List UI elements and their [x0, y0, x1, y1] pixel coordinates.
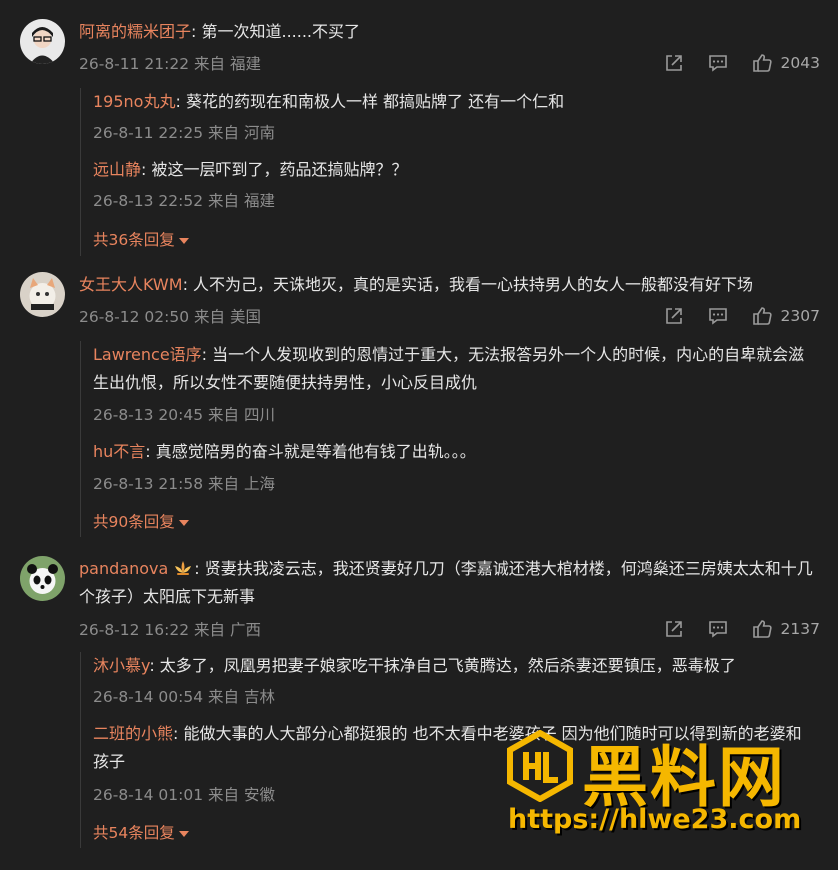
timestamp: 26-8-11 21:22 — [79, 55, 190, 73]
reply-text: : 能做大事的人大部分心都挺狠的 也不太看中老婆孩子 因为他们随时可以得到新的老… — [93, 724, 802, 771]
location: 来自 四川 — [208, 406, 275, 424]
username-link[interactable]: 沐小慕y — [93, 656, 149, 675]
comment-icon[interactable] — [707, 305, 729, 327]
more-replies-label: 共90条回复 — [93, 513, 175, 531]
more-replies-link[interactable]: 共54条回复 — [93, 821, 189, 843]
comment-actions: 2307 — [641, 305, 820, 327]
reply-meta: 26-8-14 01:01 来自 安徽 — [93, 783, 275, 805]
comment-actions: 2137 — [641, 618, 820, 640]
timestamp: 26-8-13 22:52 — [93, 192, 204, 210]
reply-list: 沐小慕y: 太多了，凤凰男把妻子娘家吃干抹净自己飞黄腾达，然后杀妻还要镇压，恶毒… — [80, 652, 819, 848]
username-link[interactable]: 二班的小熊 — [93, 724, 173, 743]
avatar[interactable] — [20, 556, 65, 601]
location: 来自 福建 — [208, 192, 275, 210]
username-link[interactable]: Lawrence语序 — [93, 345, 202, 364]
reply-text: : 太多了，凤凰男把妻子娘家吃干抹净自己飞黄腾达，然后杀妻还要镇压，恶毒极了 — [149, 656, 736, 675]
reply-text: : 真感觉陪男的奋斗就是等着他有钱了出轨。。。 — [145, 442, 476, 461]
share-icon[interactable] — [663, 305, 685, 327]
comment-icon[interactable] — [707, 52, 729, 74]
like-icon[interactable] — [751, 52, 773, 74]
timestamp: 26-8-14 00:54 — [93, 688, 204, 706]
avatar[interactable] — [20, 19, 65, 64]
reply-meta: 26-8-11 22:25 来自 河南 — [93, 121, 275, 143]
username-link[interactable]: 女王大人KWM — [79, 275, 183, 294]
location: 来自 河南 — [208, 124, 275, 142]
more-replies-link[interactable]: 共36条回复 — [93, 228, 189, 250]
like-icon[interactable] — [751, 618, 773, 640]
reply-meta: 26-8-13 20:45 来自 四川 — [93, 403, 275, 425]
comment-icon[interactable] — [707, 618, 729, 640]
timestamp: 26-8-13 21:58 — [93, 475, 204, 493]
location: 来自 广西 — [194, 621, 261, 639]
username-link[interactable]: pandanova — [79, 559, 168, 578]
like-icon[interactable] — [751, 305, 773, 327]
more-replies-link[interactable]: 共90条回复 — [93, 510, 189, 532]
location: 来自 安徽 — [208, 786, 275, 804]
comment-actions: 2043 — [641, 52, 820, 74]
comment-meta: 26-8-12 02:50 来自 美国 — [79, 305, 261, 327]
comment-meta: 26-8-12 16:22 来自 广西 — [79, 618, 261, 640]
reply-body: hu不言: 真感觉陪男的奋斗就是等着他有钱了出轨。。。 — [93, 438, 809, 466]
reply-meta: 26-8-13 21:58 来自 上海 — [93, 472, 275, 494]
timestamp: 26-8-13 20:45 — [93, 406, 204, 424]
reply-text: : 葵花的药现在和南极人一样 都搞贴牌了 还有一个仁和 — [175, 92, 565, 111]
location: 来自 上海 — [208, 475, 275, 493]
username-link[interactable]: 195no丸丸 — [93, 92, 175, 111]
comment-body: 阿离的糯米团子: 第一次知道......不买了 — [79, 18, 818, 46]
timestamp: 26-8-12 02:50 — [79, 308, 190, 326]
caret-down-icon — [178, 237, 189, 244]
like-count: 2307 — [780, 307, 820, 325]
reply-body: 远山静: 被这一层吓到了，药品还搞贴牌？？ — [93, 156, 809, 184]
reply-list: Lawrence语序: 当一个人发现收到的恩情过于重大，无法报答另外一个人的时候… — [80, 341, 819, 537]
comment-body: 女王大人KWM: 人不为己，天诛地灭，真的是实话，我看一心扶持男人的女人一般都没… — [79, 271, 818, 299]
reply-meta: 26-8-14 00:54 来自 吉林 — [93, 685, 275, 707]
share-icon[interactable] — [663, 618, 685, 640]
avatar[interactable] — [20, 272, 65, 317]
timestamp: 26-8-11 22:25 — [93, 124, 204, 142]
share-icon[interactable] — [663, 52, 685, 74]
reply-body: 沐小慕y: 太多了，凤凰男把妻子娘家吃干抹净自己飞黄腾达，然后杀妻还要镇压，恶毒… — [93, 652, 809, 680]
timestamp: 26-8-12 16:22 — [79, 621, 190, 639]
reply-body: 二班的小熊: 能做大事的人大部分心都挺狠的 也不太看中老婆孩子 因为他们随时可以… — [93, 720, 809, 776]
location: 来自 美国 — [194, 308, 261, 326]
comment-meta: 26-8-11 21:22 来自 福建 — [79, 52, 261, 74]
reply-text: : 被这一层吓到了，药品还搞贴牌？？ — [141, 160, 408, 179]
reply-meta: 26-8-13 22:52 来自 福建 — [93, 189, 275, 211]
username-link[interactable]: 阿离的糯米团子 — [79, 22, 191, 41]
like-count: 2043 — [780, 54, 820, 72]
location: 来自 福建 — [194, 55, 261, 73]
like-count: 2137 — [780, 620, 820, 638]
username-link[interactable]: hu不言 — [93, 442, 145, 461]
more-replies-label: 共54条回复 — [93, 824, 175, 842]
comment-text: : 第一次知道......不买了 — [191, 22, 361, 41]
caret-down-icon — [178, 519, 189, 526]
username-link[interactable]: 远山静 — [93, 160, 141, 179]
reply-body: Lawrence语序: 当一个人发现收到的恩情过于重大，无法报答另外一个人的时候… — [93, 341, 809, 397]
reply-body: 195no丸丸: 葵花的药现在和南极人一样 都搞贴牌了 还有一个仁和 — [93, 88, 809, 116]
caret-down-icon — [178, 830, 189, 837]
comment-body: pandanova: 贤妻扶我凌云志，我还贤妻好几刀（李嘉诚还港大棺材楼，何鸿燊… — [79, 555, 818, 611]
reply-list: 195no丸丸: 葵花的药现在和南极人一样 都搞贴牌了 还有一个仁和 26-8-… — [80, 88, 819, 256]
lotus-badge-icon — [172, 558, 194, 576]
more-replies-label: 共36条回复 — [93, 231, 175, 249]
comment-text: : 人不为己，天诛地灭，真的是实话，我看一心扶持男人的女人一般都没有好下场 — [182, 275, 754, 294]
timestamp: 26-8-14 01:01 — [93, 786, 204, 804]
location: 来自 吉林 — [208, 688, 275, 706]
